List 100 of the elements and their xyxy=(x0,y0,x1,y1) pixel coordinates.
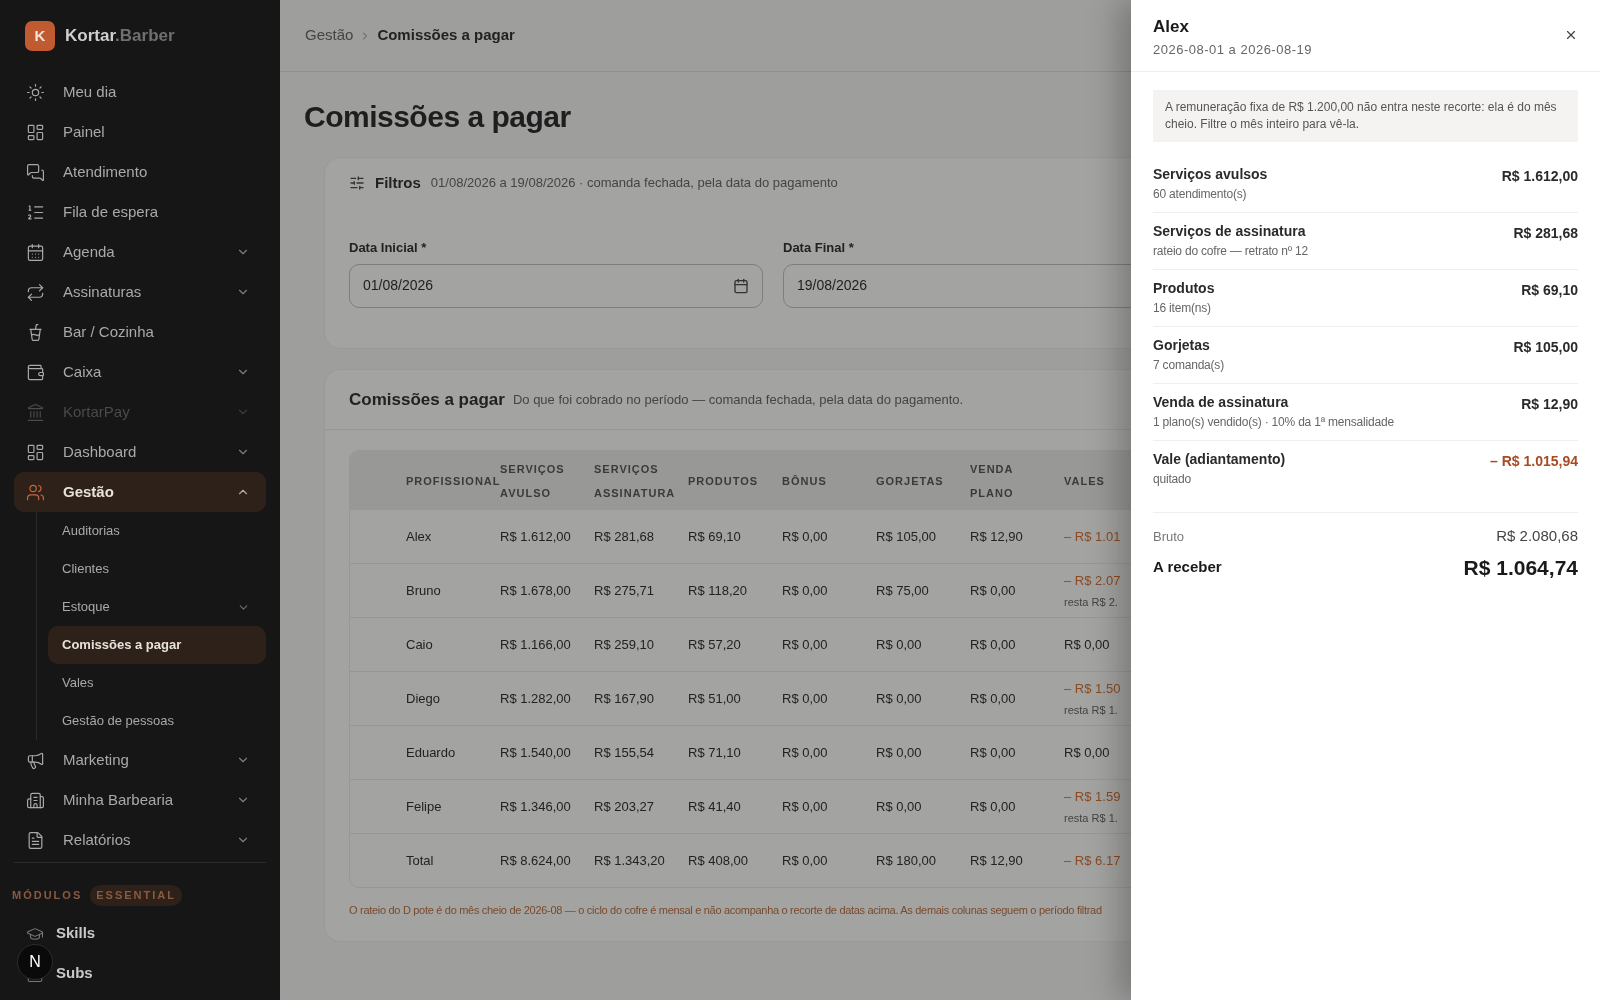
gross-value: R$ 2.080,68 xyxy=(1496,526,1578,546)
sidebar-subitem[interactable]: Clientes xyxy=(48,550,266,588)
module-item[interactable]: Skills xyxy=(56,922,96,945)
gross-label: Bruto xyxy=(1153,527,1186,546)
table-cell-text: Felipe xyxy=(406,797,443,816)
sidebar-item[interactable]: Meu dia xyxy=(14,72,266,112)
table-cell-text: R$ 0,00 xyxy=(970,581,1017,600)
table-cell-text: resta R$ 1. xyxy=(1064,702,1119,718)
sidebar-item[interactable]: Marketing xyxy=(14,740,266,780)
table-cell-text: R$ 69,10 xyxy=(688,527,742,546)
date-field[interactable]: 01/08/2026 xyxy=(349,263,763,308)
table-cell-text: R$ 1.612,00 xyxy=(500,527,572,546)
table-cell-text: R$ 0,00 xyxy=(782,527,829,546)
table-cell-text: R$ 167,90 xyxy=(594,689,655,708)
line-item-label: Produtos xyxy=(1153,279,1216,298)
filter-title: Filtros xyxy=(375,172,421,193)
brand-name: Kortar.Barber xyxy=(65,25,175,48)
table-cell-text: R$ 0,00 xyxy=(876,635,923,654)
table-cell-text: R$ 0,00 xyxy=(782,689,829,708)
filter-summary: 01/08/2026 a 19/08/2026 · comanda fechada, pela data do pagamento xyxy=(430,174,838,193)
sidebar-item[interactable]: Caixa xyxy=(14,352,266,392)
table-cell-text: – R$ 1.01 xyxy=(1064,527,1122,546)
sidebar-item[interactable]: Atendimento xyxy=(14,152,266,192)
table-cell-text: R$ 0,00 xyxy=(782,635,829,654)
table-cell-text: R$ 0,00 xyxy=(876,689,923,708)
table-cell-text: R$ 0,00 xyxy=(782,743,829,762)
table-cell-text: R$ 1.343,20 xyxy=(594,851,666,870)
sidebar-subitem[interactable]: Auditorias xyxy=(48,512,266,550)
page-title: Comissões a pagar xyxy=(303,99,572,135)
sidebar-item[interactable]: Relatórios xyxy=(14,820,266,860)
line-item-detail: quitado xyxy=(1153,471,1192,488)
calendar-icon xyxy=(26,242,45,262)
breadcrumb-item[interactable]: Gestão xyxy=(305,24,354,47)
sidebar-item[interactable]: Bar / Cozinha xyxy=(14,312,266,352)
table-cell-text: R$ 105,00 xyxy=(876,527,937,546)
footnote: O rateio do D pote é do mês cheio de 2026-08 — o ciclo do cofre é mensal e não acompanha o recorte de datas acima. As demais colunas seguem o período filtrad xyxy=(349,903,1103,918)
line-item-amount: – R$ 1.015,94 xyxy=(1490,452,1578,471)
table-cell-text: R$ 8.624,00 xyxy=(500,851,572,870)
column-header: SERVIÇOS AVULSO xyxy=(500,463,565,499)
table-cell-text: R$ 0,00 xyxy=(970,635,1017,654)
sidebar-subitem[interactable]: Vales xyxy=(48,664,266,702)
line-item-detail: 60 atendimento(s) xyxy=(1153,186,1248,203)
close-button[interactable] xyxy=(1564,28,1578,42)
table-cell-text: – R$ 1.50 xyxy=(1064,680,1122,698)
grid-icon xyxy=(26,122,45,142)
line-item-label: Vale (adiantamento) xyxy=(1153,450,1287,469)
table-cell-text: R$ 259,10 xyxy=(594,635,655,654)
table-cell-text: – R$ 6.17 xyxy=(1064,851,1122,870)
column-header: SERVIÇOS ASSINATURA xyxy=(594,463,676,499)
net-label: A receber xyxy=(1153,557,1223,577)
line-item-detail: 7 comanda(s) xyxy=(1153,357,1225,374)
info-note: A remuneração fixa de R$ 1.200,00 não entra neste recorte: ela é do mês cheio. Filtre o mês inteiro para vê-la. xyxy=(1153,90,1578,142)
table-cell-text: Diego xyxy=(406,689,441,708)
sidebar-item[interactable]: Agenda xyxy=(14,232,266,272)
table-cell-text: R$ 71,10 xyxy=(688,743,742,762)
sidebar-subitem[interactable]: Comissões a pagar xyxy=(48,626,266,664)
table-cell-text: R$ 1.282,00 xyxy=(500,689,572,708)
sidebar-item[interactable]: Painel xyxy=(14,112,266,152)
sidebar-item[interactable]: Minha Barbearia xyxy=(14,780,266,820)
sidebar-subitem[interactable]: Estoque xyxy=(48,588,266,626)
drawer-title: Alex xyxy=(1153,16,1190,38)
sun-icon xyxy=(26,82,45,102)
close-icon xyxy=(1564,28,1578,42)
chat-icon xyxy=(26,162,45,182)
table-cell-text: R$ 0,00 xyxy=(970,689,1017,708)
table-cell-text: R$ 180,00 xyxy=(876,851,937,870)
drawer-subtitle: 2026-08-01 a 2026-08-19 xyxy=(1153,40,1313,59)
table-cell-text: R$ 155,54 xyxy=(594,743,655,762)
line-item-detail: 16 item(ns) xyxy=(1153,300,1212,317)
table-cell-text: R$ 275,71 xyxy=(594,581,655,600)
column-header: GORJETAS xyxy=(876,475,944,487)
line-item-detail: rateio do cofre — retrato nº 12 xyxy=(1153,243,1309,260)
filter-icon xyxy=(349,175,365,191)
sidebar-item[interactable]: Fila de espera xyxy=(14,192,266,232)
table-cell-text: R$ 0,00 xyxy=(876,743,923,762)
section-label: MÓDULOS xyxy=(12,888,83,903)
table-cell-text: R$ 12,90 xyxy=(970,851,1024,870)
field-label: Data Inicial * xyxy=(349,239,428,257)
table-cell-text: Bruno xyxy=(406,581,442,600)
line-item-label: Gorjetas xyxy=(1153,336,1211,355)
sidebar-subitem[interactable]: Gestão de pessoas xyxy=(48,702,266,740)
table-cell-text: – R$ 1.59 xyxy=(1064,788,1122,806)
table-cell-text: R$ 57,20 xyxy=(688,635,742,654)
wallet-icon xyxy=(26,362,45,382)
sidebar-item[interactable]: Dashboard xyxy=(14,432,266,472)
table-cell-text: R$ 0,00 xyxy=(782,797,829,816)
floating-button[interactable]: N xyxy=(17,944,53,980)
sidebar-item[interactable]: Assinaturas xyxy=(14,272,266,312)
cup-icon xyxy=(26,322,45,342)
megaphone-icon xyxy=(26,750,45,770)
table-cell-text: R$ 1.540,00 xyxy=(500,743,572,762)
table-cell-text: R$ 0,00 xyxy=(876,797,923,816)
module-item[interactable]: Subs xyxy=(56,962,93,985)
table-cell-text: – R$ 2.07 xyxy=(1064,572,1122,590)
table-cell-text: R$ 51,00 xyxy=(688,689,742,708)
calendar-icon xyxy=(733,277,749,294)
line-item-amount: R$ 12,90 xyxy=(1521,395,1578,414)
line-item-label: Venda de assinatura xyxy=(1153,393,1290,412)
sidebar-item[interactable]: Gestão xyxy=(14,472,266,512)
table-cell-text: R$ 0,00 xyxy=(970,743,1017,762)
